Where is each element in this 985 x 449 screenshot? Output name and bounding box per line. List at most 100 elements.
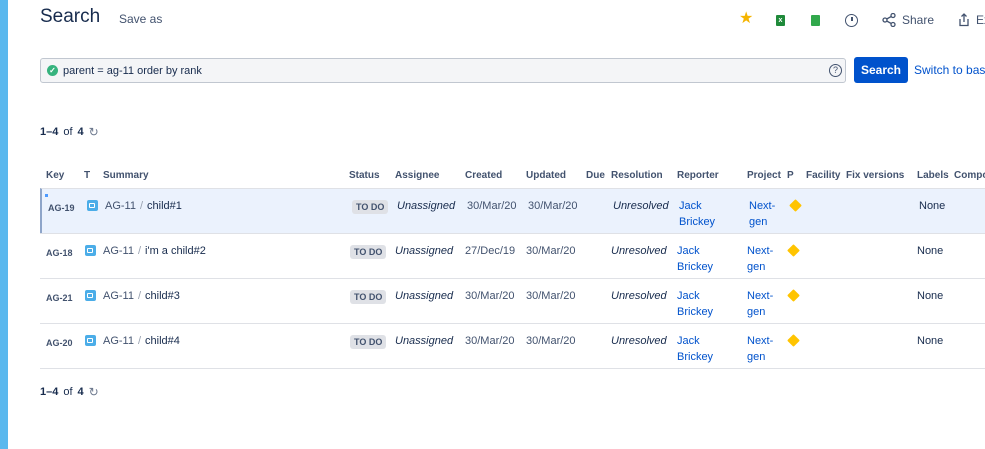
created-date: 30/Mar/20 xyxy=(465,335,515,347)
project-link[interactable]: Next-gen xyxy=(747,243,787,275)
labels: None xyxy=(919,200,946,212)
table-row[interactable]: AG-19 AG-11/child#1 TO DO Unassigned 30/Mar/… xyxy=(40,188,985,233)
column-header-updated[interactable]: Updated xyxy=(526,170,566,181)
column-header-project[interactable]: Project xyxy=(747,170,781,181)
updated-date: 30/Mar/20 xyxy=(526,335,576,347)
issue-key[interactable]: AG-20 xyxy=(46,335,73,351)
parent-issue-link[interactable]: AG-11 xyxy=(105,200,136,212)
resolution: Unresolved xyxy=(611,245,667,257)
reporter-link[interactable]: Jack Brickey xyxy=(677,333,732,365)
priority-medium-icon xyxy=(787,334,800,347)
reporter-last-name: Brickey xyxy=(677,306,714,318)
summary-text[interactable]: child#4 xyxy=(145,335,180,347)
column-header-due[interactable]: Due xyxy=(586,170,605,181)
reporter-link[interactable]: Jack Brickey xyxy=(679,198,734,230)
pagination-bottom: 1–4 of 4 ↻ xyxy=(40,385,99,399)
parent-issue-link[interactable]: AG-11 xyxy=(103,245,134,257)
subtask-icon xyxy=(85,245,96,256)
jql-query-text: parent = ag-11 order by rank xyxy=(63,65,202,77)
column-header-labels[interactable]: Labels xyxy=(917,170,949,181)
pager-of: of xyxy=(63,126,73,138)
reporter-link[interactable]: Jack Brickey xyxy=(677,288,732,320)
switch-to-basic-link[interactable]: Switch to basic xyxy=(914,63,985,77)
project-line-1: Next- xyxy=(749,200,776,212)
star-icon[interactable]: ★ xyxy=(739,10,753,27)
csv-export-icon[interactable] xyxy=(811,12,820,28)
excel-export-icon[interactable]: x xyxy=(776,12,785,28)
table-bottom-border xyxy=(40,368,985,369)
column-header-priority[interactable]: P xyxy=(787,170,794,181)
pagination-top: 1–4 of 4 ↻ xyxy=(40,125,99,139)
issue-summary[interactable]: AG-11/i'm a child#2 xyxy=(103,243,206,259)
share-button[interactable]: Share xyxy=(882,12,934,28)
summary-text[interactable]: i'm a child#2 xyxy=(145,245,206,257)
subtask-icon xyxy=(87,200,98,211)
summary-text[interactable]: child#3 xyxy=(145,290,180,302)
priority-medium-icon xyxy=(789,199,802,212)
summary-separator: / xyxy=(137,290,142,302)
summary-separator: / xyxy=(137,335,142,347)
project-link[interactable]: Next-gen xyxy=(747,288,787,320)
refresh-icon[interactable]: ↻ xyxy=(89,385,99,399)
column-header-assignee[interactable]: Assignee xyxy=(395,170,439,181)
search-button[interactable]: Search xyxy=(854,57,908,83)
project-line-1: Next- xyxy=(747,245,774,257)
status-badge: TO DO xyxy=(350,245,387,259)
project-line-2: gen xyxy=(749,216,768,228)
issue-summary[interactable]: AG-11/child#1 xyxy=(105,198,182,214)
subtask-icon xyxy=(85,335,96,346)
assignee: Unassigned xyxy=(397,200,456,212)
issue-key[interactable]: AG-18 xyxy=(46,245,73,261)
table-row[interactable]: AG-20 AG-11/child#4 TO DO Unassigned 30/Mar/… xyxy=(40,323,985,368)
issue-summary[interactable]: AG-11/child#3 xyxy=(103,288,180,304)
issue-key[interactable]: AG-21 xyxy=(46,290,73,306)
export-label: Ex xyxy=(976,13,985,27)
table-row[interactable]: AG-18 AG-11/i'm a child#2 TO DO Unassigned 2… xyxy=(40,233,985,278)
export-icon xyxy=(959,13,969,27)
status-badge: TO DO xyxy=(350,335,387,349)
reporter-link[interactable]: Jack Brickey xyxy=(677,243,732,275)
summary-separator: / xyxy=(137,245,142,257)
table-row[interactable]: AG-21 AG-11/child#3 TO DO Unassigned 30/Mar/… xyxy=(40,278,985,323)
column-header-summary[interactable]: Summary xyxy=(103,170,149,181)
pager-of: of xyxy=(63,386,73,398)
column-header-created[interactable]: Created xyxy=(465,170,502,181)
summary-separator: / xyxy=(139,200,144,212)
column-header-resolution[interactable]: Resolution xyxy=(611,170,663,181)
issue-key[interactable]: AG-19 xyxy=(48,200,75,216)
created-date: 27/Dec/19 xyxy=(465,245,516,257)
column-header-fix-versions[interactable]: Fix versions xyxy=(846,170,904,181)
help-icon[interactable]: ? xyxy=(829,64,842,77)
subtask-icon xyxy=(85,290,96,301)
history-icon[interactable] xyxy=(845,12,858,28)
column-header-reporter[interactable]: Reporter xyxy=(677,170,719,181)
updated-date: 30/Mar/20 xyxy=(526,245,576,257)
refresh-icon[interactable]: ↻ xyxy=(89,125,99,139)
project-line-2: gen xyxy=(747,261,766,273)
labels: None xyxy=(917,245,944,257)
parent-issue-link[interactable]: AG-11 xyxy=(103,290,134,302)
export-button[interactable]: Ex xyxy=(957,12,985,28)
priority-medium-icon xyxy=(787,289,800,302)
column-header-type[interactable]: T xyxy=(84,170,90,181)
project-link[interactable]: Next-gen xyxy=(747,333,787,365)
column-header-key[interactable]: Key xyxy=(46,170,64,181)
jql-query-input[interactable]: ✓ parent = ag-11 order by rank ? xyxy=(40,58,846,83)
column-header-status[interactable]: Status xyxy=(349,170,380,181)
issue-summary[interactable]: AG-11/child#4 xyxy=(103,333,180,349)
column-header-facility[interactable]: Facility xyxy=(806,170,840,181)
parent-issue-link[interactable]: AG-11 xyxy=(103,335,134,347)
project-line-2: gen xyxy=(747,306,766,318)
reporter-first-name: Jack xyxy=(677,335,700,347)
assignee: Unassigned xyxy=(395,290,454,302)
assignee: Unassigned xyxy=(395,335,454,347)
summary-text[interactable]: child#1 xyxy=(147,200,182,212)
priority-medium-icon xyxy=(787,244,800,257)
labels: None xyxy=(917,335,944,347)
save-as-link[interactable]: Save as xyxy=(119,12,162,26)
column-header-components[interactable]: Compo xyxy=(954,170,985,181)
project-link[interactable]: Next-gen xyxy=(749,198,789,230)
resolution: Unresolved xyxy=(611,335,667,347)
pager-range: 1–4 xyxy=(40,386,59,398)
reporter-last-name: Brickey xyxy=(677,261,714,273)
